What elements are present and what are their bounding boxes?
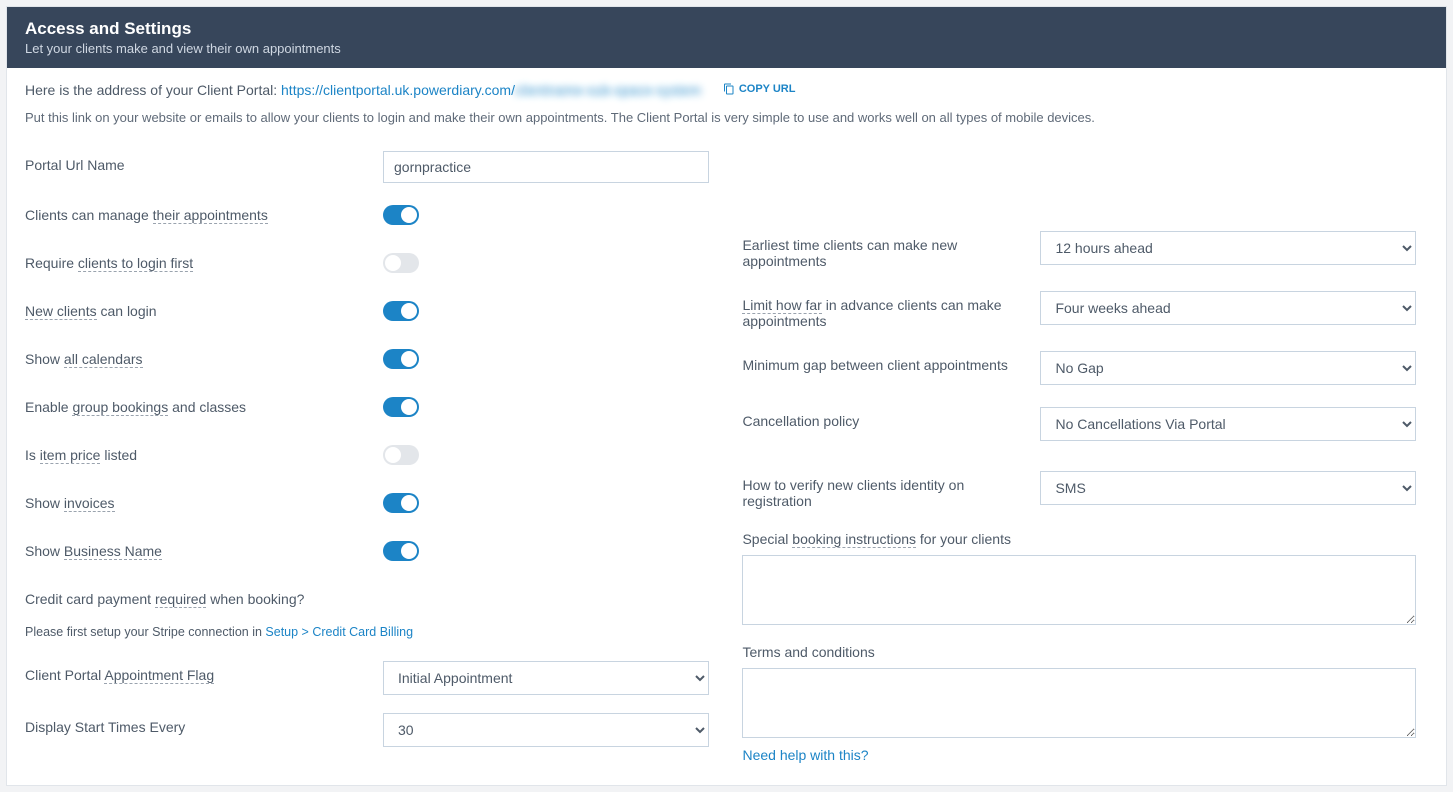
portal-url-link[interactable]: https://clientportal.uk.powerdiary.com/c… bbox=[281, 82, 701, 98]
settings-panel: Access and Settings Let your clients mak… bbox=[6, 6, 1447, 786]
show-invoices-label: Show invoices bbox=[25, 489, 383, 511]
item-price-label: Is item price listed bbox=[25, 441, 383, 463]
panel-header: Access and Settings Let your clients mak… bbox=[7, 7, 1446, 68]
cc-required-label: Credit card payment required when bookin… bbox=[25, 585, 383, 607]
cancel-policy-label: Cancellation policy bbox=[742, 407, 1040, 429]
terms-label: Terms and conditions bbox=[742, 644, 1415, 660]
portal-url-name-label: Portal Url Name bbox=[25, 151, 383, 173]
stripe-note: Please first setup your Stripe connectio… bbox=[25, 625, 712, 639]
min-gap-select[interactable]: No Gap bbox=[1040, 351, 1415, 385]
panel-body: Here is the address of your Client Porta… bbox=[7, 68, 1446, 785]
page-title: Access and Settings bbox=[25, 19, 1428, 39]
require-login-label: Require clients to login first bbox=[25, 249, 383, 271]
appt-flag-label: Client Portal Appointment Flag bbox=[25, 661, 383, 683]
manage-appts-toggle[interactable] bbox=[383, 205, 419, 225]
stripe-setup-link[interactable]: Setup > Credit Card Billing bbox=[265, 625, 413, 639]
item-price-toggle[interactable] bbox=[383, 445, 419, 465]
portal-url-prefix: Here is the address of your Client Porta… bbox=[25, 82, 281, 98]
terms-textarea[interactable] bbox=[742, 668, 1415, 738]
show-calendars-label: Show all calendars bbox=[25, 345, 383, 367]
earliest-label: Earliest time clients can make new appoi… bbox=[742, 231, 1040, 269]
copy-icon bbox=[723, 83, 735, 95]
verify-select[interactable]: SMS bbox=[1040, 471, 1415, 505]
right-column: Earliest time clients can make new appoi… bbox=[742, 151, 1415, 765]
new-clients-toggle[interactable] bbox=[383, 301, 419, 321]
new-clients-label: New clients can login bbox=[25, 297, 383, 319]
require-login-toggle[interactable] bbox=[383, 253, 419, 273]
left-column: Portal Url Name Clients can manage their… bbox=[25, 151, 712, 765]
group-bookings-toggle[interactable] bbox=[383, 397, 419, 417]
appt-flag-select[interactable]: Initial Appointment bbox=[383, 661, 709, 695]
copy-url-button[interactable]: COPY URL bbox=[723, 83, 796, 95]
min-gap-label: Minimum gap between client appointments bbox=[742, 351, 1040, 373]
group-bookings-label: Enable group bookings and classes bbox=[25, 393, 383, 415]
show-business-label: Show Business Name bbox=[25, 537, 383, 559]
show-invoices-toggle[interactable] bbox=[383, 493, 419, 513]
limit-far-select[interactable]: Four weeks ahead bbox=[1040, 291, 1415, 325]
portal-url-line: Here is the address of your Client Porta… bbox=[25, 82, 1428, 98]
help-link[interactable]: Need help with this? bbox=[742, 747, 868, 763]
special-instructions-label: Special booking instructions for your cl… bbox=[742, 531, 1415, 547]
manage-appts-label: Clients can manage their appointments bbox=[25, 201, 383, 223]
page-subtitle: Let your clients make and view their own… bbox=[25, 41, 1428, 56]
limit-far-label: Limit how far in advance clients can mak… bbox=[742, 291, 1040, 329]
verify-label: How to verify new clients identity on re… bbox=[742, 471, 1040, 509]
show-calendars-toggle[interactable] bbox=[383, 349, 419, 369]
display-start-label: Display Start Times Every bbox=[25, 713, 383, 735]
portal-url-name-input[interactable] bbox=[383, 151, 709, 183]
display-start-select[interactable]: 30 bbox=[383, 713, 709, 747]
portal-description: Put this link on your website or emails … bbox=[25, 110, 1428, 125]
cancel-policy-select[interactable]: No Cancellations Via Portal bbox=[1040, 407, 1415, 441]
earliest-select[interactable]: 12 hours ahead bbox=[1040, 231, 1415, 265]
special-instructions-textarea[interactable] bbox=[742, 555, 1415, 625]
show-business-toggle[interactable] bbox=[383, 541, 419, 561]
